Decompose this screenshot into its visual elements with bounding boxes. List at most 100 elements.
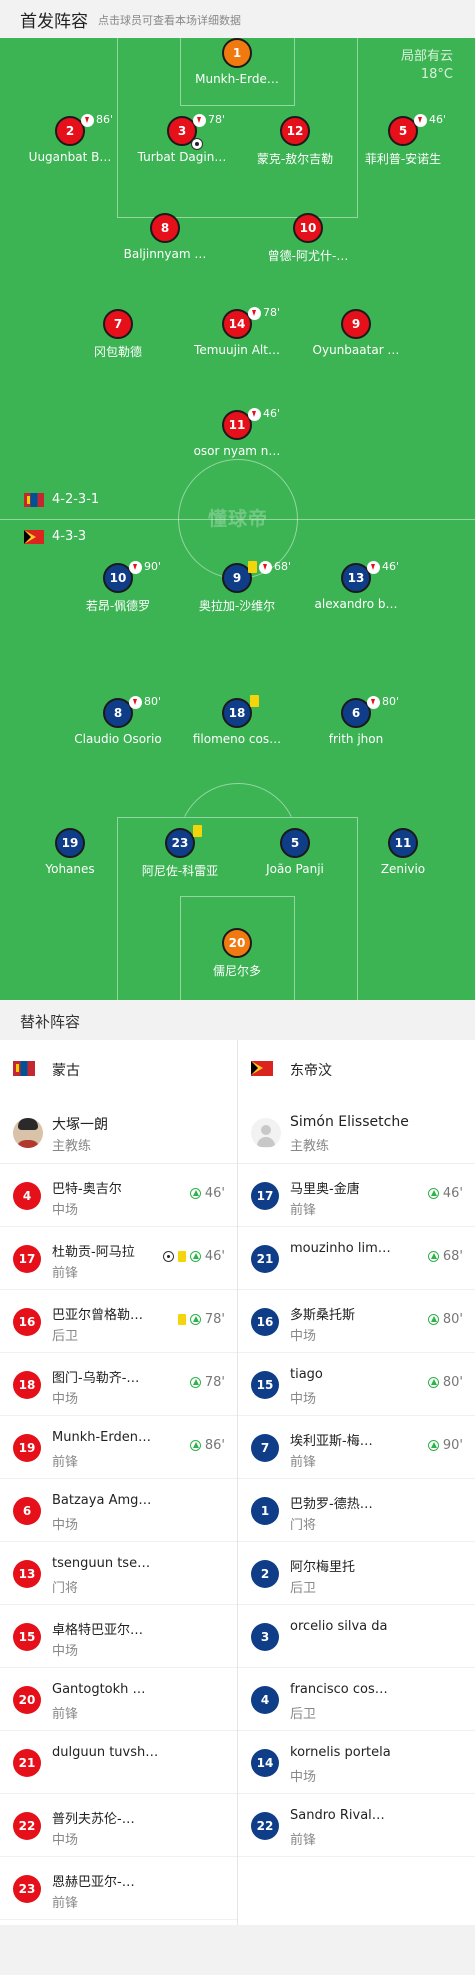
sub-row[interactable]: 22 Sandro Rival… 前锋 [238,1794,475,1857]
sub-off-icon [367,696,380,709]
player-position: 中场 [52,1833,79,1848]
away-player[interactable]: 18 filomeno cos… [177,695,297,756]
sub-row[interactable]: 19 Munkh-Erden… 前锋 86' [0,1416,237,1479]
home-player[interactable]: 7 冈包勒德 [58,309,178,367]
mongolia-flag-icon [13,1061,35,1076]
jersey-number: 23 [13,1875,41,1903]
home-player[interactable]: 9 Oyunbaatar … [296,309,416,367]
jersey-number: 21 [251,1245,279,1273]
jersey-number: 17 [13,1245,41,1273]
sub-row[interactable]: 14 kornelis portela 中场 [238,1731,475,1794]
sub-off-icon [367,561,380,574]
sub-row[interactable]: 2 阿尔梅里托 后卫 [238,1542,475,1605]
home-player[interactable]: 3 78' Turbat Dagin… [122,113,242,174]
away-player[interactable]: 11 Zenivio [343,828,463,886]
sub-row[interactable]: 15 tiago 中场 80' [238,1353,475,1416]
player-name: Oyunbaatar … [312,343,400,357]
sub-row[interactable]: 4 巴特-奥吉尔 中场 46' [0,1164,237,1227]
sub-row[interactable]: 16 多斯桑托斯 中场 80' [238,1290,475,1353]
home-player[interactable]: 12 蒙克-敖尔吉勒 [235,116,355,174]
sub-in-minute: 68' [442,1249,463,1264]
sub-row[interactable]: 3 orcelio silva da [238,1605,475,1668]
coach-role: 主教练 [52,1139,92,1154]
sub-row[interactable]: 17 杜勒贡-阿马拉 前锋 46' [0,1227,237,1290]
sub-row[interactable]: 6 Batzaya Amg… 中场 [0,1479,237,1542]
sub-row[interactable]: 22 普列夫苏伦-… 中场 [0,1794,237,1857]
sub-off-icon [248,408,261,421]
player-name: osor nyam n… [193,444,281,458]
away-coach[interactable]: Simón Elissetche 主教练 [238,1100,475,1164]
sub-off-icon [248,307,261,320]
player-name: 埃利亚斯-梅… [290,1434,373,1449]
sub-row[interactable]: 1 巴勃罗-德热… 门将 [238,1479,475,1542]
sub-row[interactable]: 16 巴亚尔曾格勒… 后卫 78' [0,1290,237,1353]
subs-header: 替补阵容 [0,1000,475,1040]
sub-off-icon [259,561,272,574]
player-position: 前锋 [290,1203,317,1218]
sub-row[interactable]: 18 图门-乌勒齐-… 中场 78' [0,1353,237,1416]
subs-title: 替补阵容 [20,1013,81,1031]
home-player[interactable]: 2 86' Uuganbat B… [10,113,130,174]
player-name: Zenivio [380,862,426,876]
watermark: 懂球帝 [207,508,268,530]
away-player[interactable]: 19 Yohanes [10,828,130,886]
sub-row[interactable]: 17 马里奥-金唐 前锋 46' [238,1164,475,1227]
home-player[interactable]: 5 46' 菲利普-安诺生 [343,113,463,174]
away-player[interactable]: 8 80' Claudio Osorio [58,695,178,756]
away-player[interactable]: 23 阿尼佐-科雷亚 [120,825,240,886]
player-name: filomeno cos… [192,732,282,746]
coach-avatar-placeholder [251,1118,281,1148]
sub-in-minute: 90' [442,1438,463,1453]
sub-row[interactable]: 13 tsenguun tse… 门将 [0,1542,237,1605]
player-name: 阿尔梅里托 [290,1560,356,1575]
jersey-number: 10 [293,213,323,243]
player-name: 巴亚尔曾格勒… [52,1308,144,1323]
jersey-number: 11 [388,828,418,858]
away-player[interactable]: 10 90' 若昂-佩德罗 [58,560,178,621]
sub-off-icon [129,696,142,709]
jersey-number: 19 [13,1434,41,1462]
timor-leste-flag-icon [251,1061,273,1076]
jersey-number: 1 [251,1497,279,1525]
home-player[interactable]: 8 Baljinnyam … [105,213,225,271]
coach-name: 大塚一朗 [52,1117,108,1133]
event-icons: 46' [162,1249,225,1264]
sub-minute: 78' [263,306,281,319]
sub-row[interactable]: 4 francisco cos… 后卫 [238,1668,475,1731]
lineup-title: 首发阵容 [20,12,88,32]
jersey-number: 9 [341,309,371,339]
player-name: 若昂-佩德罗 [85,599,151,613]
jersey-number: 20 [222,928,252,958]
player-name: dulguun tuvsh… [52,1745,159,1760]
away-player[interactable]: 9 68' 奥拉加-沙维尔 [177,560,297,621]
sub-on-icon [189,1377,201,1388]
home-coach[interactable]: 大塚一朗 主教练 [0,1100,237,1164]
player-position: 门将 [290,1518,317,1533]
player-name: 菲利普-安诺生 [364,152,442,166]
jersey-number: 15 [13,1623,41,1651]
sub-minute: 46' [382,560,400,573]
home-player[interactable]: 11 46' osor nyam n… [177,407,297,468]
away-player[interactable]: 6 80' frith jhon [296,695,416,756]
away-player[interactable]: 5 João Panji [235,828,355,886]
sub-row[interactable]: 21 dulguun tuvsh… [0,1731,237,1794]
sub-row[interactable]: 23 恩赫巴亚尔-… 前锋 [0,1857,237,1920]
event-icons: 78' [177,1312,225,1327]
jersey-number: 16 [251,1308,279,1336]
sub-row[interactable]: 15 卓格特巴亚尔… 中场 [0,1605,237,1668]
sub-row[interactable]: 21 mouzinho lim… 68' [238,1227,475,1290]
away-player[interactable]: 13 46' alexandro b… [296,560,416,621]
player-name: 冈包勒德 [93,345,142,359]
home-player[interactable]: 1 Munkh-Erde… [177,38,297,96]
home-player[interactable]: 10 曾德-阿尤什-… [248,213,368,271]
player-name: frith jhon [328,732,384,746]
away-player[interactable]: 20 儒尼尔多 [177,928,297,986]
home-player[interactable]: 14 78' Temuujin Alt… [177,306,297,367]
player-name: 巴特-奥吉尔 [52,1182,122,1197]
player-name: Yohanes [45,862,95,876]
sub-row[interactable]: 7 埃利亚斯-梅… 前锋 90' [238,1416,475,1479]
yellow-card-icon [248,561,257,573]
sub-row[interactable]: 20 Gantogtokh … 前锋 [0,1668,237,1731]
weather-temp: 18°C [420,67,453,82]
sub-on-icon [189,1314,201,1325]
